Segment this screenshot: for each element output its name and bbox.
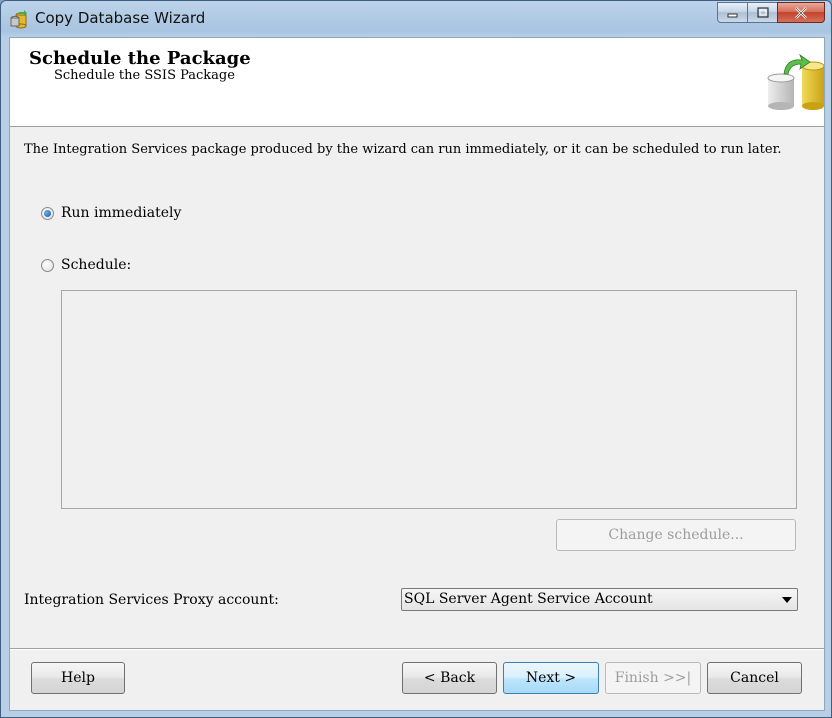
back-button[interactable]: < Back: [402, 662, 497, 694]
minimize-button[interactable]: [717, 2, 747, 23]
caption-buttons: [717, 2, 825, 24]
run-immediately-option[interactable]: Run immediately: [41, 205, 181, 221]
change-schedule-button[interactable]: Change schedule...: [556, 519, 796, 551]
database-wizard-icon: [10, 10, 27, 29]
title-bar[interactable]: Copy Database Wizard: [1, 1, 831, 35]
close-button[interactable]: [777, 2, 825, 23]
window-title: Copy Database Wizard: [35, 9, 206, 27]
dropdown-arrow-icon[interactable]: [782, 597, 792, 603]
footer-divider: [10, 648, 824, 650]
run-immediately-label: Run immediately: [61, 205, 182, 221]
schedule-details-box: [61, 290, 797, 509]
wizard-header: Schedule the Package Schedule the SSIS P…: [10, 38, 824, 127]
database-copy-graphic: [767, 53, 824, 110]
proxy-account-value: SQL Server Agent Service Account: [404, 591, 653, 607]
help-button[interactable]: Help: [31, 662, 125, 694]
finish-button[interactable]: Finish >>|: [605, 662, 701, 694]
close-icon: [795, 6, 807, 19]
maximize-button[interactable]: [747, 2, 777, 23]
maximize-icon: [756, 6, 769, 18]
instructions-text: The Integration Services package produce…: [24, 142, 782, 157]
minimize-icon: [727, 13, 737, 17]
next-button[interactable]: Next >: [503, 662, 599, 694]
wizard-client-area: Schedule the Package Schedule the SSIS P…: [9, 37, 825, 711]
page-title: Schedule the Package: [29, 48, 251, 69]
page-subtitle: Schedule the SSIS Package: [54, 68, 235, 83]
proxy-account-dropdown[interactable]: SQL Server Agent Service Account: [401, 588, 798, 611]
proxy-account-label: Integration Services Proxy account:: [24, 592, 279, 608]
cancel-button[interactable]: Cancel: [707, 662, 802, 694]
wizard-window: Copy Database Wizard Schedule the Packag…: [0, 0, 832, 718]
run-immediately-radio[interactable]: [41, 206, 54, 220]
schedule-radio[interactable]: [41, 258, 54, 272]
schedule-option[interactable]: Schedule:: [41, 257, 131, 273]
schedule-label: Schedule:: [61, 257, 132, 273]
